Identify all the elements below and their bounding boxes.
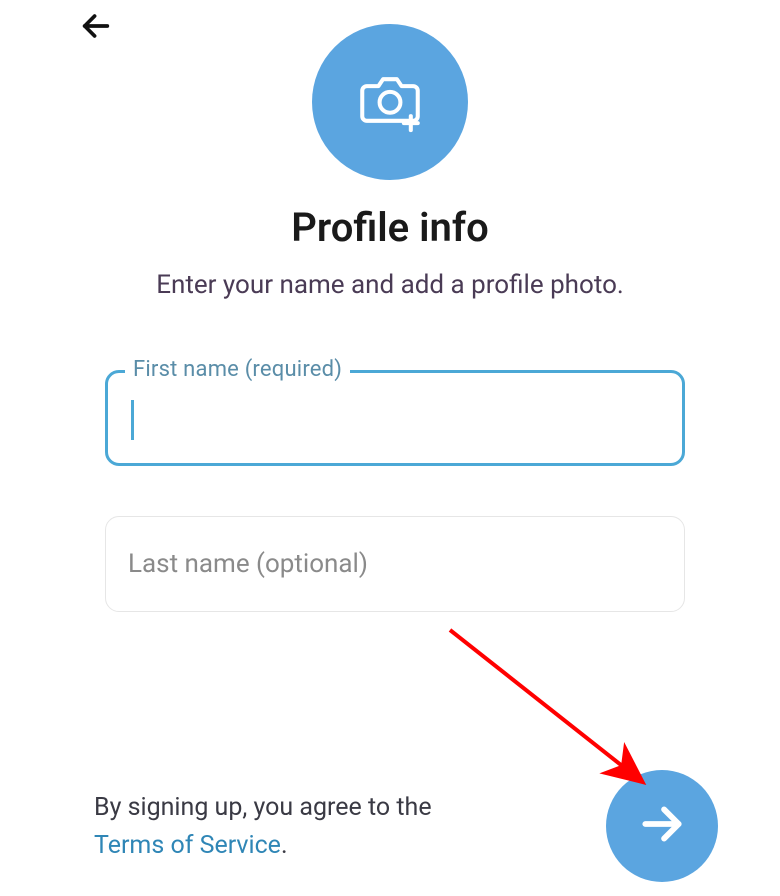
arrow-right-icon bbox=[637, 799, 687, 853]
last-name-field-wrap bbox=[105, 516, 685, 612]
page-subtitle: Enter your name and add a profile photo. bbox=[0, 270, 780, 300]
tos-suffix: . bbox=[281, 831, 288, 860]
first-name-field-wrap: First name (required) bbox=[105, 370, 685, 466]
arrow-left-icon bbox=[79, 9, 113, 47]
terms-of-service-link[interactable]: Terms of Service bbox=[94, 831, 281, 860]
tos-prefix: By signing up, you agree to the bbox=[94, 793, 432, 822]
camera-add-icon bbox=[353, 63, 427, 141]
first-name-label: First name (required) bbox=[125, 357, 350, 382]
annotation-arrow bbox=[440, 620, 670, 800]
last-name-input[interactable] bbox=[105, 516, 685, 612]
first-name-input[interactable] bbox=[105, 370, 685, 466]
terms-text: By signing up, you agree to the Terms of… bbox=[94, 789, 494, 867]
page-title: Profile info bbox=[0, 204, 780, 251]
next-button[interactable] bbox=[606, 770, 718, 882]
add-profile-photo-button[interactable] bbox=[312, 24, 468, 180]
back-button[interactable] bbox=[74, 6, 118, 50]
